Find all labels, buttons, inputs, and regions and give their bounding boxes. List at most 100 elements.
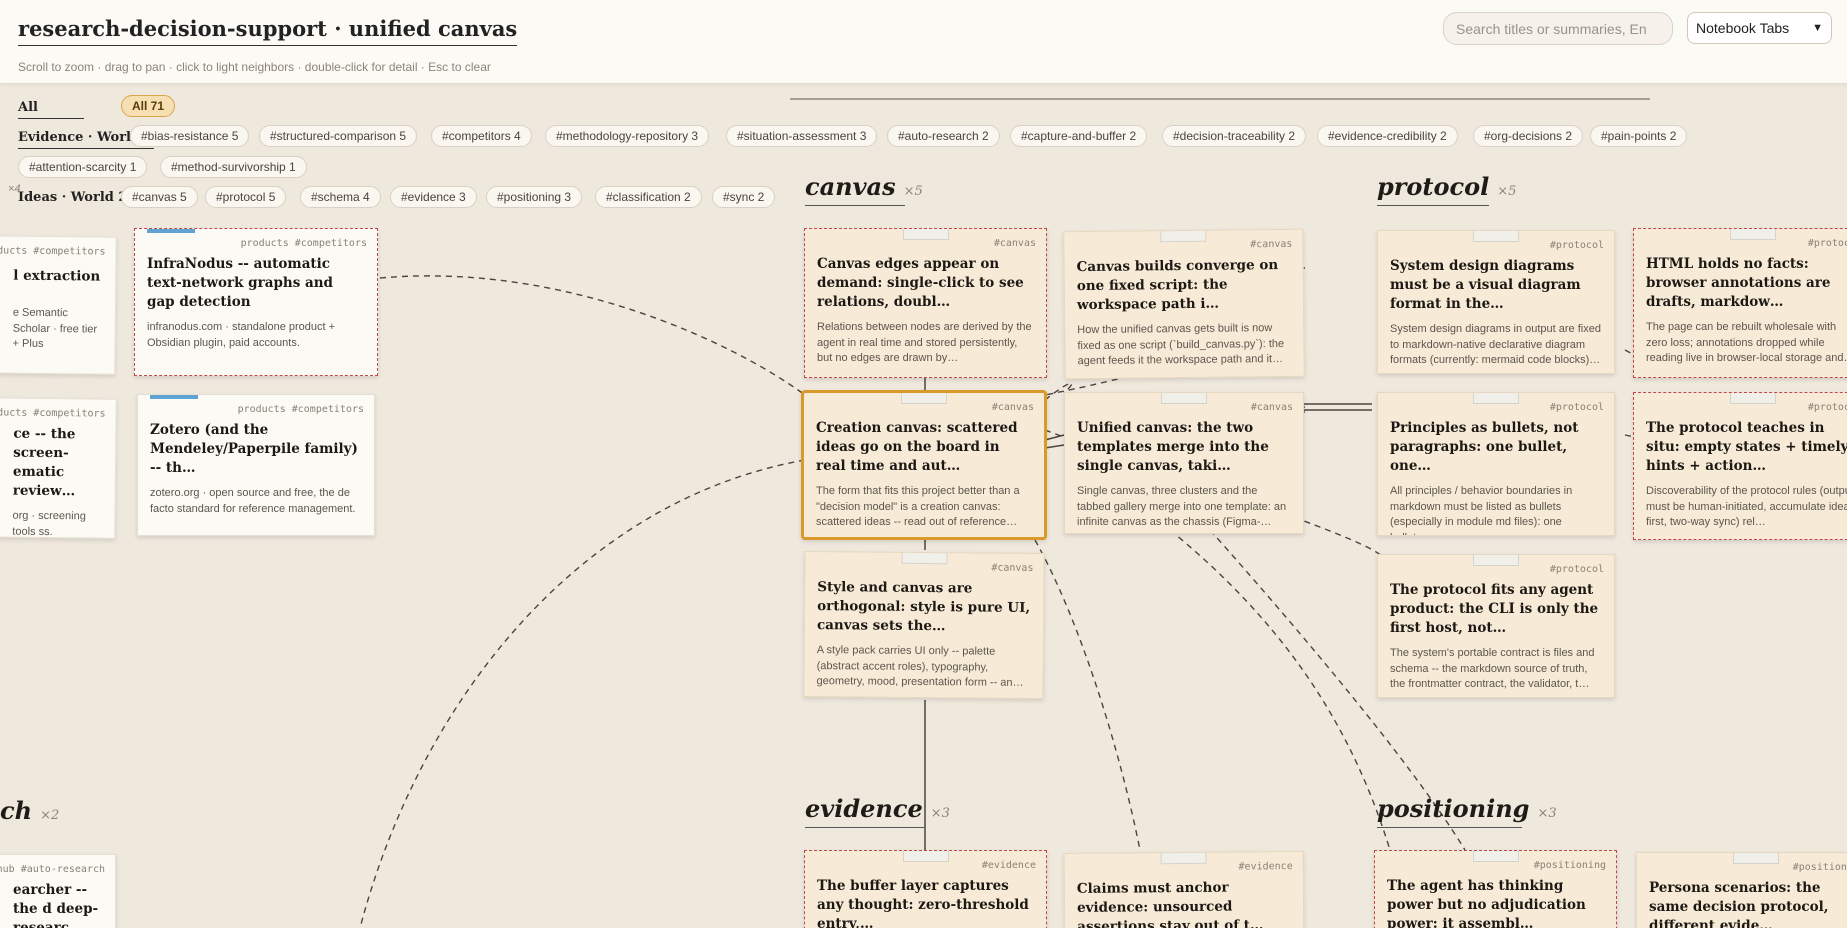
card-summary: The form that fits this project better t…	[816, 485, 1020, 528]
card-summary: The page can be rebuilt wholesale with z…	[1646, 321, 1847, 364]
search-input[interactable]	[1443, 12, 1673, 45]
card-tape	[1730, 229, 1776, 240]
note-card[interactable]: #protocol The protocol fits any agent pr…	[1377, 554, 1615, 698]
card-summary: zotero.org · open source and free, the d…	[150, 487, 356, 515]
card-title: Unified canvas: the two templates merge …	[1077, 420, 1269, 474]
note-card[interactable]: products #competitors ce -- the screen-e…	[0, 397, 117, 539]
card-title: ce -- the screen-ematic review…	[12, 425, 76, 500]
note-card[interactable]: #protocol System design diagrams must be…	[1377, 230, 1615, 374]
card-tape	[1733, 853, 1779, 864]
card-summary: System design diagrams in output are fix…	[1390, 323, 1601, 366]
cluster-title-protocol: protocol ×5	[1377, 172, 1516, 206]
cluster-title-canvas: canvas ×5	[805, 172, 923, 206]
note-card[interactable]: products #competitors InfraNodus -- auto…	[134, 228, 378, 376]
card-summary: org · screening tools ss.	[12, 509, 86, 538]
card-tag: #canvas	[993, 238, 1036, 249]
card-summary: How the unified canvas gets built is now…	[1077, 322, 1285, 368]
view-mode-value: Notebook Tabs	[1696, 20, 1790, 36]
card-title: Canvas builds converge on one fixed scri…	[1076, 257, 1279, 314]
card-title: HTML holds no facts: browser annotations…	[1646, 256, 1831, 310]
card-title: Claims must anchor evidence: unsourced a…	[1076, 879, 1264, 928]
card-tag: #protocol	[1807, 238, 1847, 249]
card-tag: products #competitors	[240, 238, 367, 249]
card-tape	[1473, 555, 1519, 566]
card-title: The buffer layer captures any thought: z…	[817, 878, 1029, 928]
card-tape	[1161, 393, 1207, 404]
card-title: The agent has thinking power but no adju…	[1387, 878, 1586, 928]
card-title: Canvas edges appear on demand: single-cl…	[817, 256, 1024, 310]
usage-hint: Scroll to zoom · drag to pan · click to …	[18, 60, 491, 74]
note-card[interactable]: #canvas Canvas edges appear on demand: s…	[804, 228, 1047, 378]
card-tape	[147, 229, 195, 233]
card-tag: products #competitors	[0, 245, 106, 258]
card-tape	[1473, 393, 1519, 404]
note-card[interactable]: #canvas Style and canvas are orthogonal:…	[803, 550, 1045, 700]
edge	[1034, 539, 1141, 851]
note-card[interactable]: #evidence The buffer layer captures any …	[804, 850, 1047, 928]
card-tape	[901, 393, 947, 404]
edge	[1169, 529, 1391, 851]
card-tag: #canvas	[991, 562, 1034, 574]
note-card[interactable]: products #competitors l extraction e Sem…	[0, 235, 117, 375]
card-title: The protocol teaches in situ: empty stat…	[1646, 420, 1847, 474]
card-summary: The system's portable contract is files …	[1390, 647, 1595, 690]
chevron-down-icon: ▼	[1812, 22, 1823, 34]
edge	[1044, 444, 1065, 449]
cluster-title-evidence: evidence ×3	[805, 794, 950, 828]
edge	[379, 275, 806, 396]
page-title: research-decision-support · unified canv…	[18, 16, 518, 46]
card-tag: thub #auto-research	[0, 864, 105, 875]
card-title: Persona scenarios: the same decision pro…	[1649, 880, 1829, 928]
card-tape	[1473, 231, 1519, 242]
note-card[interactable]: #positioning Persona scenarios: the same…	[1636, 852, 1847, 928]
card-title: Principles as bullets, not paragraphs: o…	[1390, 420, 1579, 474]
note-card[interactable]: thub #auto-research earcher -- the d dee…	[0, 854, 116, 928]
card-tape	[901, 551, 948, 565]
card-tape	[1160, 229, 1207, 243]
note-card[interactable]: #protocol Principles as bullets, not par…	[1377, 392, 1615, 536]
card-tag: #canvas	[991, 402, 1034, 413]
card-title: l extraction	[13, 267, 101, 285]
card-tag: #protocol	[1549, 240, 1604, 251]
note-card[interactable]: #evidence Claims must anchor evidence: u…	[1063, 850, 1305, 928]
card-tape	[902, 851, 949, 862]
card-tag: #canvas	[1250, 402, 1293, 413]
cluster-title-positioning: positioning ×3	[1377, 794, 1557, 828]
card-tag: #protocol	[1549, 402, 1604, 413]
view-mode-select[interactable]: Notebook Tabs ▼	[1687, 12, 1832, 44]
note-card[interactable]: #protocol HTML holds no facts: browser a…	[1633, 228, 1847, 378]
card-title: The protocol fits any agent product: the…	[1390, 582, 1599, 636]
note-card[interactable]: #positioning The agent has thinking powe…	[1374, 850, 1617, 928]
cluster-title-research: ch ×2	[0, 796, 60, 825]
card-tag: #protocol	[1807, 402, 1847, 413]
card-summary: Single canvas, three clusters and the ta…	[1077, 485, 1287, 528]
note-card[interactable]: #canvas Canvas builds converge on one fi…	[1063, 228, 1305, 380]
card-tag: #positioning	[1533, 860, 1606, 871]
card-summary: All principles / behavior boundaries in …	[1390, 485, 1573, 535]
note-card-selected[interactable]: #canvas Creation canvas: scattered ideas…	[801, 390, 1047, 540]
note-card[interactable]: products #competitors Zotero (and the Me…	[137, 394, 375, 536]
card-title: Style and canvas are orthogonal: style i…	[816, 579, 1031, 635]
card-tag: #canvas	[1250, 238, 1293, 251]
card-summary: Discoverability of the protocol rules (o…	[1646, 485, 1847, 528]
top-bar: research-decision-support · unified canv…	[0, 0, 1847, 84]
card-title: earcher -- the d deep-researc…	[13, 882, 99, 928]
edge	[359, 459, 806, 928]
card-tape	[150, 395, 198, 399]
card-title: System design diagrams must be a visual …	[1390, 258, 1581, 312]
card-tape	[902, 229, 949, 240]
note-card[interactable]: #protocol The protocol teaches in situ: …	[1633, 392, 1847, 540]
card-title: Zotero (and the Mendeley/Paperpile famil…	[150, 422, 358, 476]
card-tape	[1472, 851, 1519, 862]
card-tag: #positioning	[1792, 862, 1847, 873]
card-tag: products #competitors	[0, 407, 106, 420]
card-tag: #evidence	[981, 860, 1036, 871]
card-tape	[1160, 851, 1207, 865]
note-card[interactable]: #canvas Unified canvas: the two template…	[1064, 392, 1304, 534]
edge	[1044, 434, 1065, 441]
card-summary: Relations between nodes are derived by t…	[817, 321, 1032, 364]
card-tag: #evidence	[1238, 861, 1293, 873]
card-summary: infranodus.com · standalone product + Ob…	[147, 321, 336, 349]
card-title: InfraNodus -- automatic text-network gra…	[147, 256, 334, 310]
card-summary: e Semantic Scholar · free tier + Plus	[12, 306, 98, 350]
